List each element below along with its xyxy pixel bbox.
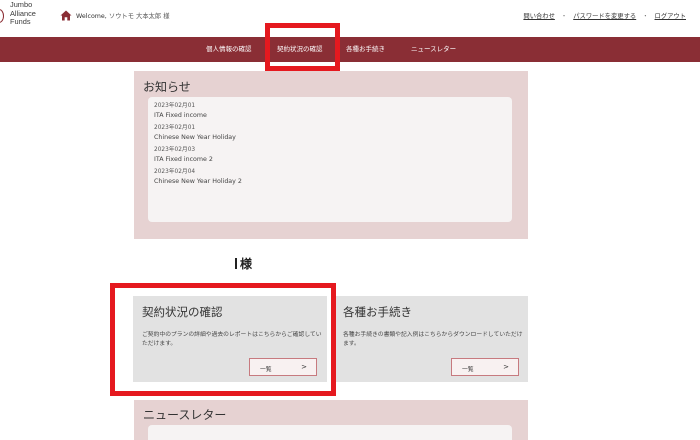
- brand-logo[interactable]: Jumbo Alliance Funds: [0, 0, 48, 35]
- notice-title: ITA Fixed income: [154, 111, 207, 119]
- card-description: 各種お手続きの書類や記入例はこちらからダウンロードしていただけます。: [343, 332, 523, 347]
- home-icon[interactable]: [60, 10, 72, 21]
- notices-title: お知らせ: [143, 80, 191, 94]
- main-nav: 個人情報の確認 契約状況の確認 各種お手続き ニュースレター: [0, 37, 700, 62]
- nav-highlight-annotation: [265, 23, 340, 71]
- notice-title: ITA Fixed income 2: [154, 155, 213, 163]
- nav-item-personal-info[interactable]: 個人情報の確認: [206, 37, 252, 62]
- notices-panel: お知らせ 2023年02月01 ITA Fixed income 2023年02…: [134, 71, 528, 239]
- newsletter-panel: ニュースレター: [134, 400, 528, 440]
- notice-title: Chinese New Year Holiday 2: [154, 177, 242, 185]
- notice-item[interactable]: 2023年02月04 Chinese New Year Holiday 2: [154, 168, 506, 186]
- card-title: 各種お手続き: [343, 305, 412, 319]
- link-separator: ・: [560, 13, 568, 20]
- user-greeting: 様: [235, 255, 252, 272]
- notice-title: Chinese New Year Holiday: [154, 133, 236, 141]
- contact-link[interactable]: 問い合わせ: [523, 13, 554, 20]
- user-honorific: 様: [240, 257, 253, 271]
- notice-date: 2023年02月01: [154, 103, 196, 109]
- logout-link[interactable]: ログアウト: [655, 13, 686, 20]
- notice-item[interactable]: 2023年02月01 ITA Fixed income: [154, 102, 506, 120]
- redacted-name-mark: [235, 258, 237, 269]
- notice-item[interactable]: 2023年02月03 ITA Fixed income 2: [154, 146, 506, 164]
- logo-text: Jumbo Alliance Funds: [10, 0, 36, 27]
- arrow-right-icon: >: [503, 363, 509, 371]
- welcome-text: Welcome, ソウトモ 大本太郎 様: [76, 11, 170, 20]
- newsletter-title: ニュースレター: [143, 408, 227, 422]
- notice-date: 2023年02月04: [154, 169, 196, 175]
- notice-item[interactable]: 2023年02月01 Chinese New Year Holiday: [154, 124, 506, 142]
- change-password-link[interactable]: パスワードを変更する: [573, 13, 636, 20]
- nav-item-newsletter[interactable]: ニュースレター: [411, 37, 456, 62]
- notice-date: 2023年02月01: [154, 125, 196, 131]
- button-label: 一覧: [462, 367, 474, 373]
- contract-card-highlight-annotation: [110, 283, 336, 396]
- nav-item-procedures[interactable]: 各種お手続き: [346, 37, 385, 62]
- utility-links: 問い合わせ ・ パスワードを変更する ・ ログアウト: [523, 11, 686, 20]
- welcome-prefix: Welcome,: [76, 13, 107, 20]
- procedures-list-button[interactable]: 一覧 >: [451, 358, 519, 376]
- notices-list: 2023年02月01 ITA Fixed income 2023年02月01 C…: [148, 97, 512, 222]
- logo-mark-icon: [0, 9, 4, 23]
- newsletter-list: [148, 425, 512, 440]
- procedures-card: 各種お手続き 各種お手続きの書類や記入例はこちらからダウンロードしていただけます…: [334, 296, 528, 382]
- notice-date: 2023年02月03: [154, 147, 196, 153]
- logo-line-3: Funds: [10, 17, 31, 27]
- link-separator: ・: [642, 13, 649, 20]
- top-header: Jumbo Alliance Funds Welcome, ソウトモ 大本太郎 …: [0, 0, 700, 37]
- welcome-user-name: ソウトモ 大本太郎 様: [108, 13, 170, 20]
